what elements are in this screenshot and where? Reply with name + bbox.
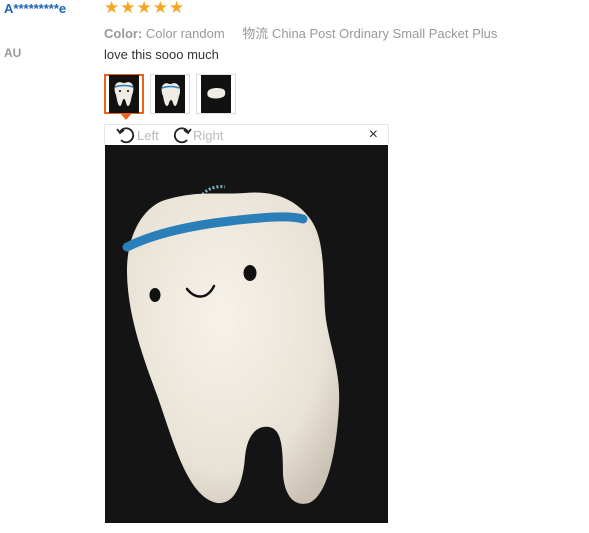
review-photo xyxy=(105,145,388,523)
image-viewer-toolbar: Left Right × xyxy=(104,124,389,145)
rotate-left-button[interactable]: Left xyxy=(115,125,159,145)
star-icon: ★ xyxy=(104,0,120,18)
active-thumbnail-arrow xyxy=(120,113,132,120)
rotate-right-icon xyxy=(173,127,192,144)
rotate-right-button[interactable]: Right xyxy=(171,125,223,145)
shipping-label: 物流 xyxy=(242,26,269,41)
close-icon[interactable]: × xyxy=(369,127,378,143)
reviewer-country: AU xyxy=(4,46,22,60)
shipping-value: China Post Ordinary Small Packet Plus xyxy=(271,26,498,41)
review-text: love this sooo much xyxy=(104,47,219,62)
rotate-left-label: Left xyxy=(137,127,159,143)
star-icon: ★ xyxy=(120,0,136,18)
review-thumbnails xyxy=(104,74,236,120)
star-icon: ★ xyxy=(152,0,168,18)
review-meta: Color: Color random 物流 China Post Ordina… xyxy=(104,23,497,42)
rotate-right-label: Right xyxy=(193,127,224,143)
rating-stars: ★ ★ ★ ★ ★ xyxy=(104,0,184,18)
reviewer-name[interactable]: A*********e xyxy=(4,1,66,16)
star-icon: ★ xyxy=(169,0,185,18)
tooth-thumbnail-image xyxy=(109,75,139,113)
review-thumbnail[interactable] xyxy=(196,74,236,114)
tooth-squishy-image xyxy=(105,145,388,523)
tooth-thumbnail-image xyxy=(155,75,185,113)
review-thumbnail[interactable] xyxy=(104,74,144,120)
star-icon: ★ xyxy=(136,0,152,18)
rotate-left-icon xyxy=(116,127,135,144)
tooth-thumbnail-image xyxy=(201,75,231,113)
review-thumbnail[interactable] xyxy=(150,74,190,114)
color-value: Color random xyxy=(145,26,225,41)
color-label: Color: xyxy=(104,26,143,41)
